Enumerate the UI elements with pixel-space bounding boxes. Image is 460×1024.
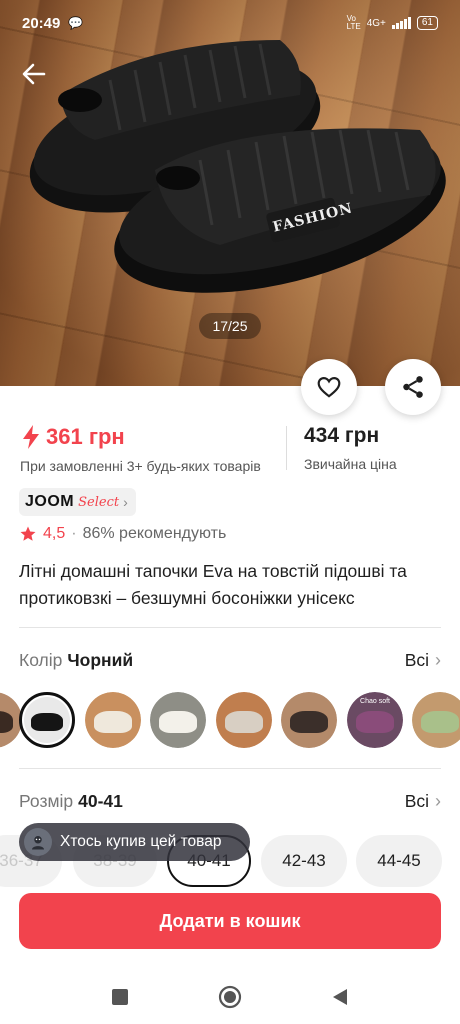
color-swatch[interactable] <box>150 692 206 748</box>
color-swatch-selected[interactable] <box>19 692 75 748</box>
chevron-right-icon: › <box>123 494 128 510</box>
square-icon <box>112 989 128 1005</box>
lightning-icon <box>23 425 39 449</box>
size-label: Розмір <box>19 790 74 811</box>
recommend-text: 86% рекомендують <box>82 525 227 542</box>
chevron-right-icon: › <box>435 790 441 811</box>
color-option-row[interactable]: Колір Чорний Всі › <box>19 646 441 674</box>
toast-text: Хтось купив цей товар <box>60 833 222 850</box>
network-type: 4G+ <box>366 17 386 29</box>
back-button[interactable] <box>18 58 50 90</box>
signal-icon <box>391 17 411 29</box>
color-selected: Чорний <box>67 649 134 670</box>
price-section: 361 грн При замовленні 3+ будь-яких това… <box>0 420 460 480</box>
size-chip[interactable]: 44-45 <box>356 835 442 887</box>
chevron-right-icon: › <box>435 649 441 670</box>
discount-price: 361 грн <box>46 424 125 449</box>
status-bar: 20:49 💬 Vo LTE 4G+ 61 <box>0 0 460 46</box>
product-title: Літні домашні тапочки Eva на товстій під… <box>19 561 407 608</box>
size-option-row[interactable]: Розмір 40-41 Всі › <box>19 787 441 815</box>
home-button[interactable] <box>215 982 245 1012</box>
discount-note: При замовленні 3+ будь-яких товарів <box>20 458 261 474</box>
discount-price-block: 361 грн При замовленні 3+ будь-яких това… <box>20 424 261 474</box>
triangle-back-icon <box>333 989 347 1005</box>
rating-separator: · <box>71 525 77 542</box>
swatch-caption: Chao soft <box>360 698 390 705</box>
color-label: Колір <box>19 649 63 670</box>
rating-value: 4,5 <box>43 525 66 542</box>
size-all-button[interactable]: Всі › <box>405 791 441 812</box>
regular-price: 434 грн <box>304 424 380 447</box>
arrow-left-icon <box>22 63 46 85</box>
price-divider <box>286 426 287 470</box>
size-chip[interactable]: 42-43 <box>261 835 347 887</box>
circle-icon <box>218 985 242 1009</box>
color-swatch[interactable] <box>412 692 460 748</box>
size-selected: 40-41 <box>78 790 123 811</box>
volte-icon: Vo LTE <box>346 14 361 31</box>
user-icon <box>32 836 44 850</box>
rating-row[interactable]: 4,5 · 86% рекомендують <box>19 525 226 543</box>
discount-price-line: 361 грн <box>20 424 261 450</box>
color-swatches: Chao soft <box>0 690 460 752</box>
avatar <box>24 828 52 856</box>
status-time: 20:49 <box>22 14 61 32</box>
select-tag: Select <box>78 494 120 510</box>
purchase-toast: Хтось купив цей товар <box>19 823 250 861</box>
divider <box>19 768 441 769</box>
share-button[interactable] <box>385 359 441 415</box>
message-icon: 💬 <box>68 16 84 30</box>
share-icon <box>403 376 423 398</box>
system-nav-bar <box>0 970 460 1024</box>
add-to-cart-button[interactable]: Додати в кошик <box>19 893 441 949</box>
color-swatch[interactable] <box>281 692 337 748</box>
color-swatch[interactable] <box>216 692 272 748</box>
regular-price-block: 434 грн Звичайна ціна <box>304 424 397 472</box>
regular-price-note: Звичайна ціна <box>304 456 397 472</box>
joom-brand: JOOM <box>25 493 75 510</box>
divider <box>19 627 441 628</box>
color-all-label: Всі <box>404 649 429 670</box>
color-swatch[interactable]: Chao soft <box>347 692 403 748</box>
color-swatch[interactable] <box>85 692 141 748</box>
back-nav-button[interactable] <box>325 982 355 1012</box>
star-icon <box>20 526 36 541</box>
size-all-label: Всі <box>404 790 429 811</box>
joom-select-badge[interactable]: JOOM Select › <box>19 488 136 516</box>
recents-button[interactable] <box>105 982 135 1012</box>
color-all-button[interactable]: Всі › <box>405 650 441 671</box>
status-right: Vo LTE 4G+ 61 <box>347 15 438 31</box>
battery-icon: 61 <box>416 16 438 30</box>
favorite-button[interactable] <box>301 359 357 415</box>
image-counter: 17/25 <box>199 313 261 339</box>
heart-icon <box>317 377 341 398</box>
